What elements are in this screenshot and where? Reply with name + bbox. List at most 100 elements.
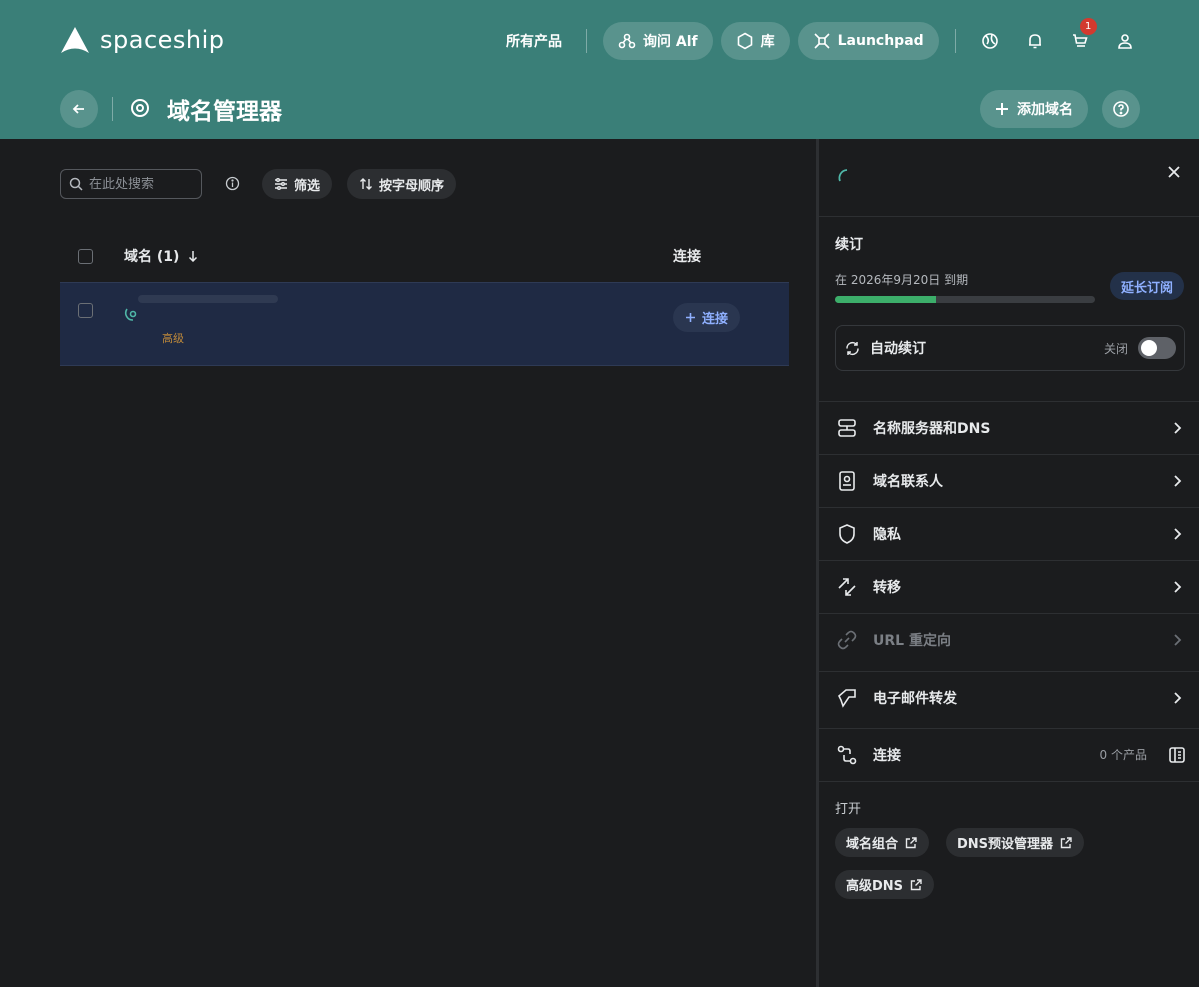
nav-divider-2 [954, 29, 956, 53]
launchpad-icon [814, 33, 830, 49]
email-forward-icon [838, 688, 856, 708]
plus-icon [686, 313, 695, 322]
menu-transfer[interactable]: 转移 [819, 560, 1199, 613]
dns-presets-label: DNS预设管理器 [957, 837, 1054, 852]
menu-nameservers-dns[interactable]: 名称服务器和DNS [819, 401, 1199, 454]
back-button[interactable] [60, 90, 98, 128]
spaceship-logo-icon [61, 27, 89, 53]
sort-arrows-icon [360, 178, 372, 190]
chevron-right-icon [1174, 580, 1182, 593]
arrow-down-icon [189, 251, 198, 262]
select-all-checkbox[interactable] [78, 249, 93, 264]
search-box[interactable] [60, 169, 202, 199]
page-title: 域名管理器 [167, 99, 282, 125]
url-redirect-label: URL 重定向 [873, 632, 951, 649]
launchpad-button[interactable]: Launchpad [797, 22, 939, 60]
filter-button[interactable]: 筛选 [262, 169, 333, 199]
brand-name: spaceship [100, 26, 225, 54]
loading-spinner-icon [838, 169, 848, 182]
external-link-icon [1060, 836, 1072, 848]
search-input[interactable] [89, 176, 189, 192]
chevron-right-icon [1174, 527, 1182, 540]
globe-icon [981, 33, 998, 49]
library-label: 库 [760, 34, 775, 50]
panel-divider [819, 216, 1199, 217]
menu-connect[interactable]: 连接 0 个产品 [819, 728, 1199, 781]
table-header: 域名 (1) 连接 [60, 236, 789, 276]
menu-privacy[interactable]: 隐私 [819, 507, 1199, 560]
bell-icon [1028, 34, 1041, 49]
chevron-right-icon [1174, 474, 1182, 487]
launchpad-label: Launchpad [837, 33, 924, 49]
email-forward-label: 电子邮件转发 [873, 690, 957, 707]
table-row[interactable]: 高级 连接 [60, 282, 789, 366]
language-button[interactable] [971, 22, 1009, 60]
row-checkbox[interactable] [78, 303, 93, 318]
info-icon[interactable] [225, 176, 240, 191]
domain-column-header[interactable]: 域名 (1) [124, 246, 199, 266]
domain-target-icon [131, 99, 149, 117]
search-icon [69, 177, 83, 191]
row-connect-label: 连接 [702, 312, 729, 327]
shield-icon [839, 523, 855, 544]
connect-product-count: 0 个产品 [1099, 748, 1147, 762]
transfer-label: 转移 [873, 579, 901, 596]
plus-icon [996, 103, 1008, 115]
spaceship-logo[interactable]: spaceship [60, 26, 225, 54]
auto-renew-row: 自动续订 关闭 [835, 325, 1185, 371]
renewal-progress-fill [835, 296, 937, 303]
chevron-right-icon [1174, 691, 1182, 704]
ask-alf-button[interactable]: 询问 Alf [603, 22, 713, 60]
user-icon [1117, 34, 1132, 49]
sort-button[interactable]: 按字母顺序 [347, 169, 457, 199]
domain-name-redacted[interactable] [138, 295, 278, 303]
premium-tag: 高级 [162, 332, 184, 345]
refresh-icon [846, 341, 859, 355]
nameservers-label: 名称服务器和DNS [873, 420, 991, 437]
auto-renew-state: 关闭 [1103, 341, 1128, 356]
auto-renew-label: 自动续订 [870, 341, 926, 357]
menu-email-forwarding[interactable]: 电子邮件转发 [819, 671, 1199, 724]
side-panel-icon[interactable] [1167, 745, 1187, 765]
renewal-title: 续订 [835, 237, 863, 253]
contact-book-icon [839, 470, 855, 491]
transfer-arrows-icon [838, 577, 856, 596]
chevron-right-icon [1174, 421, 1182, 434]
help-button[interactable] [1102, 90, 1140, 128]
expiry-date: 在 2026年9月20日 到期 [835, 273, 969, 287]
menu-url-redirect: URL 重定向 [819, 613, 1199, 666]
server-icon [838, 418, 856, 437]
advanced-dns-label: 高级DNS [846, 879, 904, 894]
open-advanced-dns-link[interactable]: 高级DNS [835, 870, 935, 899]
top-nav: 所有产品 询问 Alf 库 Launchpad 1 [490, 18, 1144, 60]
domain-detail-panel: 续订 在 2026年9月20日 到期 延长订阅 自动续订 关闭 名称服务器和DN… [816, 139, 1199, 987]
filter-label: 筛选 [294, 178, 321, 194]
panel-divider [819, 781, 1199, 782]
menu-domain-contacts[interactable]: 域名联系人 [819, 454, 1199, 507]
open-dns-presets-link[interactable]: DNS预设管理器 [946, 828, 1085, 857]
account-button[interactable] [1106, 22, 1144, 60]
open-portfolio-link[interactable]: 域名组合 [835, 828, 930, 857]
auto-renew-toggle[interactable] [1138, 337, 1176, 359]
chevron-right-icon [1174, 633, 1182, 646]
contacts-label: 域名联系人 [873, 473, 943, 490]
cart-count-badge: 1 [1079, 18, 1097, 35]
privacy-label: 隐私 [873, 526, 901, 543]
nav-divider [586, 29, 587, 53]
question-icon [1113, 101, 1129, 117]
notifications-button[interactable] [1016, 22, 1054, 60]
add-domain-button[interactable]: 添加域名 [980, 90, 1088, 128]
all-products-link[interactable]: 所有产品 [490, 22, 578, 60]
close-icon[interactable] [1165, 163, 1183, 181]
ask-alf-label: 询问 Alf [643, 34, 698, 50]
connect-label: 连接 [873, 747, 901, 764]
library-button[interactable]: 库 [720, 22, 790, 60]
row-connect-button[interactable]: 连接 [673, 303, 741, 332]
extend-subscription-button[interactable]: 延长订阅 [1110, 272, 1185, 300]
domain-loading-icon [124, 308, 137, 321]
title-divider [112, 97, 113, 121]
cart-button[interactable]: 1 [1061, 18, 1099, 60]
open-section-label: 打开 [835, 802, 862, 817]
add-domain-label: 添加域名 [1017, 102, 1073, 118]
link-icon [837, 630, 857, 649]
